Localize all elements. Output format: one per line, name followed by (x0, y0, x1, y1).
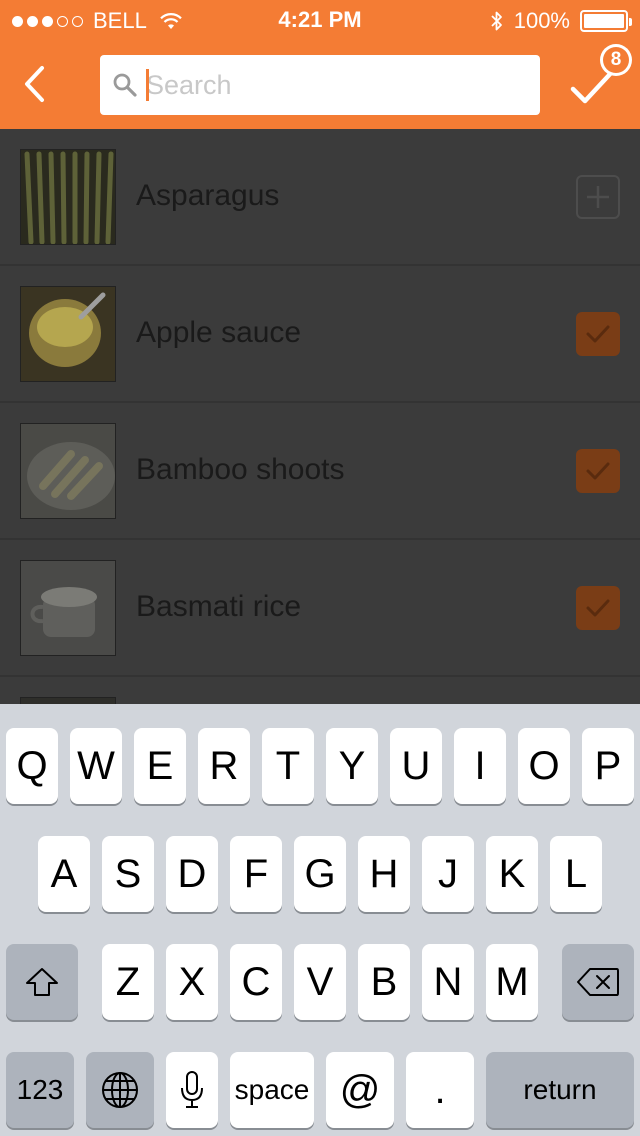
key-e[interactable]: E (134, 728, 186, 804)
status-bar: BELL 4:21 PM 100% (0, 0, 640, 40)
ingredient-list: Asparagus Apple sauce Bamboo shoots Basm… (0, 129, 640, 704)
item-label: Basmati rice (136, 590, 302, 623)
partial-thumbnail (20, 697, 116, 704)
globe-key[interactable] (86, 1052, 154, 1128)
battery-icon (580, 10, 632, 32)
nav-bar (0, 40, 640, 129)
checked-toggle[interactable] (576, 312, 620, 356)
chevron-left-icon (25, 66, 44, 102)
selected-count: 8 (603, 47, 629, 73)
dictation-key[interactable] (166, 1052, 218, 1128)
space-key[interactable]: space (230, 1052, 314, 1128)
key-f[interactable]: F (230, 836, 282, 912)
key-s[interactable]: S (102, 836, 154, 912)
key-j[interactable]: J (422, 836, 474, 912)
key-w[interactable]: W (70, 728, 122, 804)
return-key[interactable]: return (486, 1052, 634, 1128)
key-g[interactable]: G (294, 836, 346, 912)
list-item[interactable]: Basmati rice (0, 540, 640, 677)
check-icon (586, 462, 610, 480)
selected-count-badge: 8 (600, 44, 632, 76)
backspace-icon (577, 968, 619, 996)
globe-icon (102, 1072, 138, 1108)
key-z[interactable]: Z (102, 944, 154, 1020)
check-icon (586, 325, 610, 343)
key-r[interactable]: R (198, 728, 250, 804)
item-label: Apple sauce (136, 316, 302, 349)
shift-icon (26, 968, 58, 996)
microphone-icon (181, 1071, 203, 1108)
check-icon (586, 599, 610, 617)
list-item-partial (0, 677, 640, 704)
search-bar[interactable] (100, 55, 540, 115)
key-y[interactable]: Y (326, 728, 378, 804)
key-l[interactable]: L (550, 836, 602, 912)
text-cursor (146, 69, 149, 101)
key-h[interactable]: H (358, 836, 410, 912)
item-label: Bamboo shoots (136, 453, 345, 486)
add-button[interactable] (576, 175, 620, 219)
key-n[interactable]: N (422, 944, 474, 1020)
backspace-key[interactable] (562, 944, 634, 1020)
apple-sauce-thumbnail (20, 286, 116, 382)
keyboard: Q W E R T Y U I O P A S D F G H J K L Z … (0, 704, 640, 1136)
list-item[interactable]: Apple sauce (0, 266, 640, 403)
key-i[interactable]: I (454, 728, 506, 804)
search-icon (113, 73, 137, 97)
asparagus-thumbnail (20, 149, 116, 245)
back-button[interactable] (14, 60, 54, 108)
period-key[interactable]: . (406, 1052, 474, 1128)
basmati-rice-thumbnail (20, 560, 116, 656)
list-item[interactable]: Bamboo shoots (0, 403, 640, 540)
key-a[interactable]: A (38, 836, 90, 912)
checked-toggle[interactable] (576, 586, 620, 630)
at-key[interactable]: @ (326, 1052, 394, 1128)
checked-toggle[interactable] (576, 449, 620, 493)
key-q[interactable]: Q (6, 728, 58, 804)
key-t[interactable]: T (262, 728, 314, 804)
search-input[interactable] (146, 69, 526, 101)
item-label: Asparagus (136, 179, 280, 212)
key-p[interactable]: P (582, 728, 634, 804)
key-k[interactable]: K (486, 836, 538, 912)
shift-key[interactable] (6, 944, 78, 1020)
key-o[interactable]: O (518, 728, 570, 804)
key-b[interactable]: B (358, 944, 410, 1020)
battery-percent: 100% (513, 8, 570, 33)
key-x[interactable]: X (166, 944, 218, 1020)
key-u[interactable]: U (390, 728, 442, 804)
key-d[interactable]: D (166, 836, 218, 912)
numbers-key[interactable]: 123 (6, 1052, 74, 1128)
key-m[interactable]: M (486, 944, 538, 1020)
list-item[interactable]: Asparagus (0, 129, 640, 266)
bamboo-shoots-thumbnail (20, 423, 116, 519)
key-v[interactable]: V (294, 944, 346, 1020)
bluetooth-icon (491, 11, 502, 31)
battery-level (584, 14, 624, 28)
key-c[interactable]: C (230, 944, 282, 1020)
plus-icon (587, 186, 609, 208)
